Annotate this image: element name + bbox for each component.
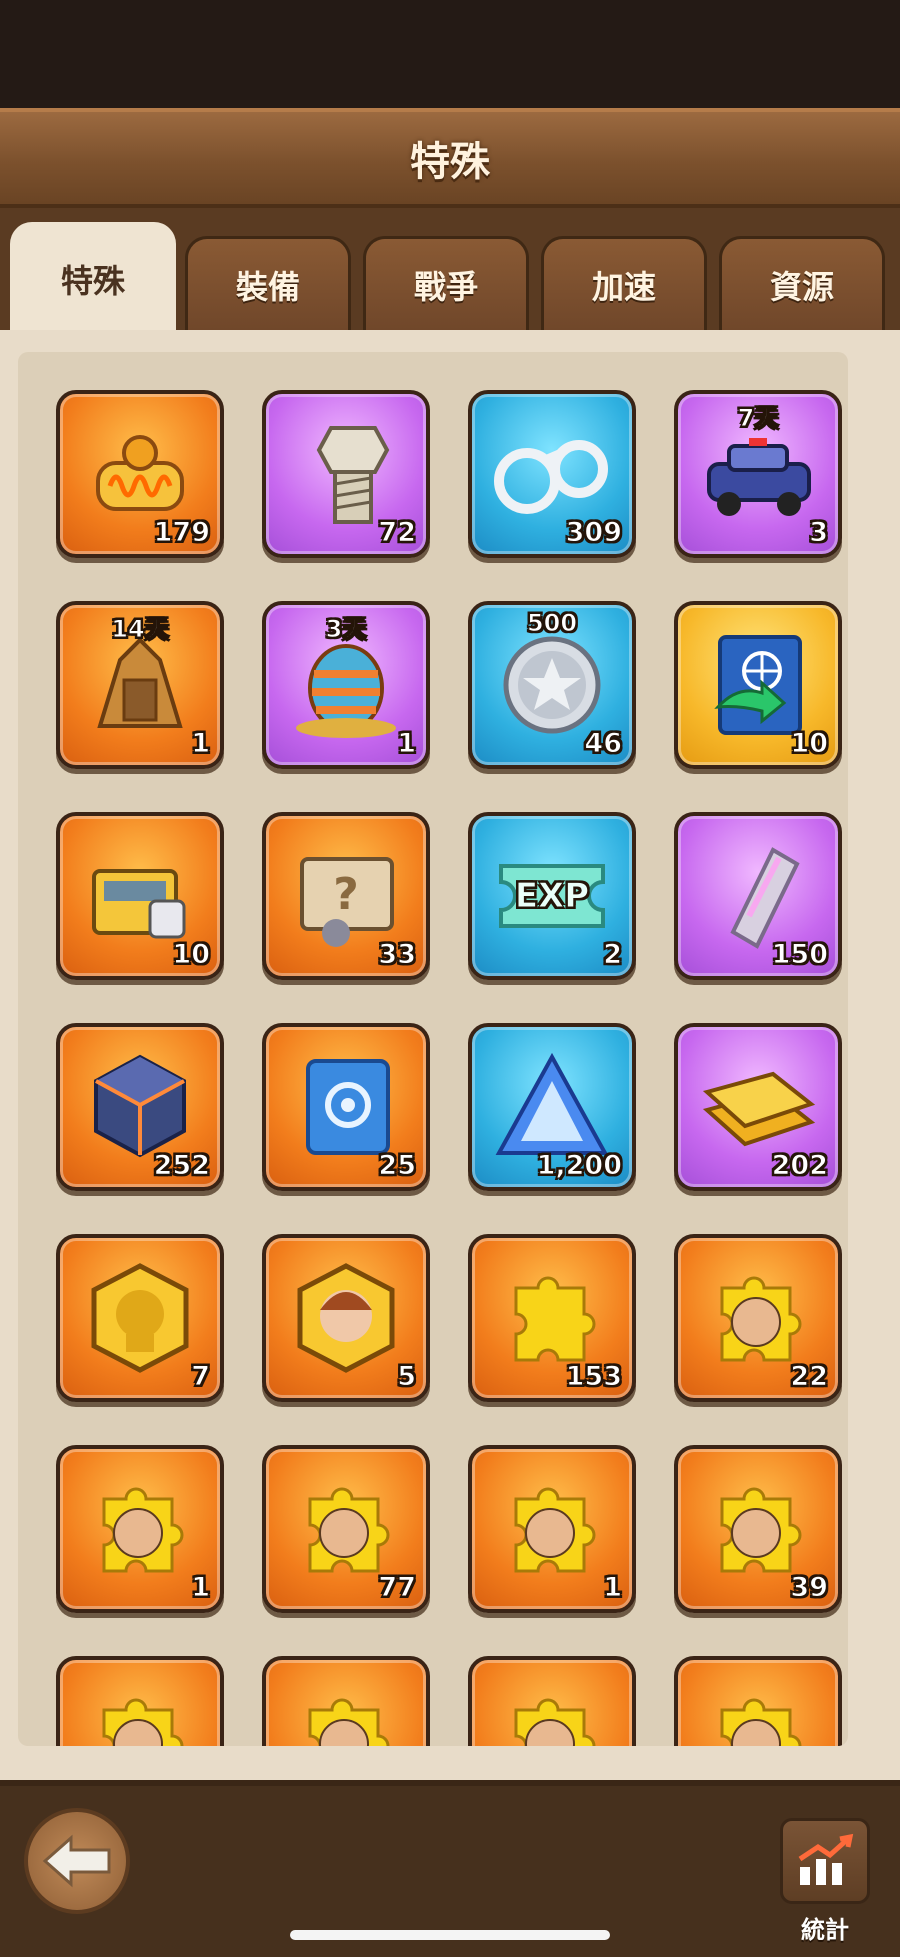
item-count: 252	[153, 1150, 210, 1182]
status-area	[0, 0, 900, 108]
item-duration-badge: 3天	[325, 615, 367, 644]
inventory-item[interactable]: 39	[674, 1445, 842, 1613]
svg-text:?: ?	[333, 869, 359, 920]
tab-special[interactable]: 特殊	[10, 222, 176, 332]
tab-speedup[interactable]: 加速	[541, 236, 707, 330]
inventory-item[interactable]	[674, 1656, 842, 1746]
inventory-item[interactable]: 153	[468, 1234, 636, 1402]
inventory-item[interactable]	[262, 1656, 430, 1746]
title-bar: 特殊	[0, 108, 900, 208]
puzzle-hooded-man-icon	[472, 1660, 632, 1746]
item-count: 10	[790, 728, 829, 760]
inventory-item[interactable]: 72	[262, 390, 430, 558]
item-count: 1	[191, 1572, 211, 1604]
inventory-item[interactable]: 252	[56, 1023, 224, 1191]
inventory-item[interactable]	[468, 1656, 636, 1746]
item-count: 7	[191, 1361, 211, 1393]
inventory-item[interactable]: 5	[262, 1234, 430, 1402]
item-duration-badge: 500	[526, 609, 578, 638]
inventory-item[interactable]: 309	[468, 390, 636, 558]
tab-resources[interactable]: 資源	[719, 236, 885, 330]
inventory-item[interactable]: 14天 1	[56, 601, 224, 769]
inventory-item[interactable]: 179	[56, 390, 224, 558]
item-count: 153	[565, 1361, 622, 1393]
item-count: 46	[584, 728, 623, 760]
item-count: 1	[603, 1572, 623, 1604]
item-count: 39	[790, 1572, 829, 1604]
inventory-item[interactable]: 25	[262, 1023, 430, 1191]
home-indicator	[290, 1930, 610, 1940]
inventory-item[interactable]: 150	[674, 812, 842, 980]
item-count: 3	[809, 517, 829, 549]
item-count: 33	[378, 939, 417, 971]
item-count: 77	[378, 1572, 417, 1604]
item-count: 309	[565, 517, 622, 549]
inventory-item[interactable]: 3天 1	[262, 601, 430, 769]
item-count: 5	[397, 1361, 417, 1393]
puzzle-old-man-icon	[266, 1660, 426, 1746]
item-count: 150	[771, 939, 828, 971]
inventory-item[interactable]: 7	[56, 1234, 224, 1402]
arrow-left-icon	[42, 1834, 111, 1888]
item-count: 1	[397, 728, 417, 760]
stats-button[interactable]	[780, 1818, 870, 1904]
inventory-item[interactable]: 1	[56, 1445, 224, 1613]
inventory-item[interactable]: 202	[674, 1023, 842, 1191]
inventory-item[interactable]: 10	[56, 812, 224, 980]
item-duration-badge: 7天	[737, 404, 779, 433]
inventory-item[interactable]: 22	[674, 1234, 842, 1402]
item-count: 2	[603, 939, 623, 971]
inventory-item[interactable]: ? 33	[262, 812, 430, 980]
stats-label: 統計	[801, 1916, 849, 1944]
tab-war[interactable]: 戰爭	[363, 236, 529, 330]
inventory-item[interactable]: EXP 2	[468, 812, 636, 980]
inventory-item[interactable]: 7天 3	[674, 390, 842, 558]
item-count: 10	[172, 939, 211, 971]
back-button[interactable]	[24, 1808, 130, 1914]
item-count: 25	[378, 1150, 417, 1182]
bar-chart-icon	[798, 1833, 854, 1885]
puzzle-masked-woman-icon	[678, 1660, 838, 1746]
item-count: 72	[378, 517, 417, 549]
tab-equipment[interactable]: 裝備	[185, 236, 351, 330]
inventory-item[interactable]: 10	[674, 601, 842, 769]
page-title: 特殊	[410, 139, 490, 185]
item-count: 22	[790, 1361, 829, 1393]
item-duration-badge: 14天	[111, 615, 169, 644]
puzzle-bearded-man-icon	[60, 1660, 220, 1746]
inventory-item[interactable]	[56, 1656, 224, 1746]
inventory-item[interactable]: 77	[262, 1445, 430, 1613]
item-count: 1,200	[536, 1150, 622, 1182]
item-count: 202	[771, 1150, 828, 1182]
inventory-item[interactable]: 1,200	[468, 1023, 636, 1191]
inventory-item[interactable]: 500 46	[468, 601, 636, 769]
inventory-grid: 179 72 309 7天 3 14天 1 3天 1 500 46 10 10? 33 EXP 2 150 252…	[18, 352, 848, 1746]
item-count: 1	[191, 728, 211, 760]
item-label: EXP	[514, 876, 590, 917]
inventory-item[interactable]: 1	[468, 1445, 636, 1613]
item-count: 179	[153, 517, 210, 549]
